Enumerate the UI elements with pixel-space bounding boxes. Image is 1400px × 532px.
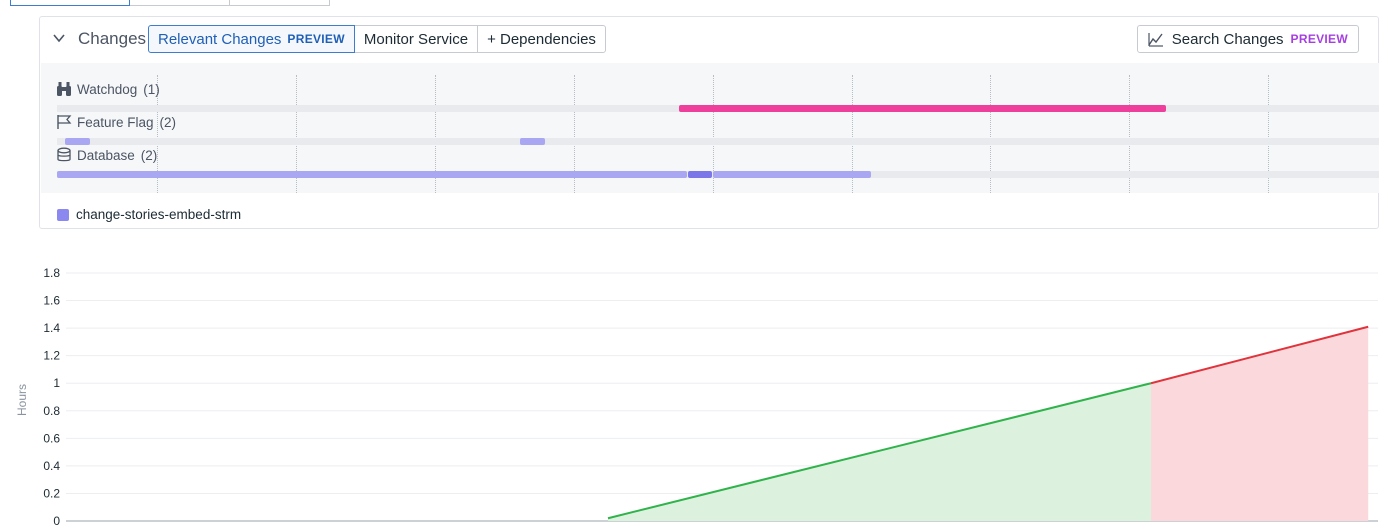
timeline-track-watchdog [57,105,1379,112]
database-icon [57,147,71,162]
y-tick-label: 1.8 [43,266,60,280]
hours-chart: 0 0.2 0.4 0.6 0.8 1 1.2 1.4 1.6 1.8 Hours [15,266,1378,528]
timeline-row-feature-flag[interactable]: Feature Flag (2) [56,114,176,130]
legend-swatch [57,208,69,221]
watchdog-event-bar[interactable] [679,105,1166,112]
top-tab[interactable] [230,0,330,6]
database-event-bar[interactable] [713,171,871,178]
changes-title: Changes [78,29,147,48]
y-tick-label: 0.4 [43,459,60,473]
top-tab[interactable] [130,0,230,6]
database-event-bar-highlight[interactable] [688,171,712,178]
monitor-service-button[interactable]: Monitor Service [353,25,479,53]
flag-icon [57,115,72,129]
changes-timeline: Watchdog (1) Feature Flag (2) Database (… [41,63,1379,193]
y-tick-label: 1 [53,376,60,390]
dependencies-button[interactable]: + Dependencies [477,25,606,53]
timeline-track-database [57,171,1379,178]
top-tab-strip [10,0,330,6]
database-event-bar[interactable] [57,171,687,178]
y-tick-label: 1.4 [43,321,60,335]
top-tab-active[interactable] [10,0,130,6]
timeline-row-database[interactable]: Database (2) [56,147,157,163]
changes-panel: Changes Relevant Changes PREVIEW Monitor… [39,16,1379,229]
changes-legend: change-stories-embed-strm [57,207,241,222]
feature-flag-event-bar[interactable] [65,138,90,145]
timeline-row-watchdog[interactable]: Watchdog (1) [56,81,160,97]
binoculars-icon [57,82,71,96]
changes-header: Changes Relevant Changes PREVIEW Monitor… [40,17,1378,63]
preview-badge: PREVIEW [1290,32,1348,46]
y-tick-label: 0.8 [43,404,60,418]
y-tick-label: 1.2 [43,349,60,363]
y-tick-label: 0 [53,514,60,528]
y-tick-label: 1.6 [43,294,60,308]
feature-flag-event-bar[interactable] [520,138,545,145]
chevron-down-icon[interactable] [52,31,66,45]
y-tick-label: 0.6 [43,431,60,445]
y-axis-label: Hours [15,384,29,416]
legend-label[interactable]: change-stories-embed-strm [76,207,241,222]
changes-scope-toggle: Relevant Changes PREVIEW Monitor Service… [148,25,606,53]
timeline-track-feature-flag [57,138,1379,145]
relevant-changes-button[interactable]: Relevant Changes PREVIEW [148,25,355,53]
preview-badge: PREVIEW [287,32,345,46]
chart-search-icon [1148,33,1163,47]
y-tick-label: 0.2 [43,486,60,500]
search-changes-button[interactable]: Search Changes PREVIEW [1136,25,1359,53]
